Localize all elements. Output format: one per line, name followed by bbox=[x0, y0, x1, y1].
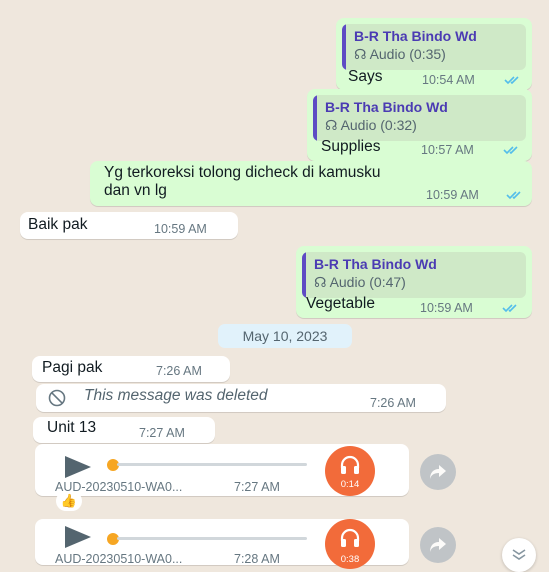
message-time: 10:59 AM bbox=[420, 301, 473, 315]
message-time: 10:54 AM bbox=[422, 73, 475, 87]
message-text: Pagi pak bbox=[42, 359, 103, 376]
message-incoming[interactable]: Unit 13 7:27 AM bbox=[33, 417, 215, 443]
message-time: 7:27 AM bbox=[234, 480, 280, 494]
scroll-to-bottom-button[interactable] bbox=[502, 538, 536, 572]
message-outgoing[interactable]: B-R Tha Bindo Wd ☊ Audio (0:35) Says 10:… bbox=[336, 18, 532, 90]
quoted-message[interactable]: B-R Tha Bindo Wd ☊ Audio (0:35) bbox=[342, 24, 526, 70]
message-text: Supplies bbox=[321, 138, 381, 155]
reaction-badge[interactable]: 👍 bbox=[56, 491, 82, 511]
message-time: 7:27 AM bbox=[139, 426, 185, 440]
message-incoming[interactable]: Pagi pak 7:26 AM bbox=[32, 356, 230, 382]
double-check-icon bbox=[506, 191, 521, 200]
quoted-sender-name: B-R Tha Bindo Wd bbox=[314, 256, 437, 272]
double-check-icon bbox=[502, 304, 517, 313]
headphones-icon bbox=[340, 455, 360, 474]
quote-accent-bar bbox=[302, 252, 306, 298]
headphones-icon: ☊ bbox=[354, 46, 370, 62]
quoted-audio-label: ☊ Audio (0:32) bbox=[325, 117, 417, 133]
play-icon[interactable] bbox=[65, 526, 91, 548]
message-outgoing[interactable]: B-R Tha Bindo Wd ☊ Audio (0:47) Vegetabl… bbox=[296, 246, 532, 318]
message-outgoing[interactable]: B-R Tha Bindo Wd ☊ Audio (0:32) Supplies… bbox=[307, 89, 532, 161]
quote-accent-bar bbox=[313, 95, 317, 141]
message-time: 10:57 AM bbox=[421, 143, 474, 157]
message-time: 7:26 AM bbox=[156, 364, 202, 378]
double-check-icon bbox=[503, 146, 518, 155]
audio-seekbar[interactable] bbox=[117, 537, 307, 540]
message-outgoing[interactable]: Yg terkoreksi tolong dicheck di kamusku … bbox=[90, 161, 532, 206]
date-separator: May 10, 2023 bbox=[218, 324, 352, 348]
block-icon bbox=[48, 389, 66, 407]
message-text: Vegetable bbox=[306, 295, 375, 312]
chat-area[interactable]: B-R Tha Bindo Wd ☊ Audio (0:35) Says 10:… bbox=[0, 0, 549, 572]
quote-accent-bar bbox=[342, 24, 346, 70]
message-text-line: Yg terkoreksi tolong dicheck di kamusku bbox=[104, 164, 381, 181]
headphones-icon: ☊ bbox=[325, 117, 341, 133]
voice-message[interactable]: AUD-20230510-WA0... 7:28 AM 0:38 bbox=[35, 519, 409, 569]
quoted-audio-label: ☊ Audio (0:35) bbox=[354, 46, 446, 62]
audio-avatar: 0:38 bbox=[325, 519, 375, 569]
message-time: 10:59 AM bbox=[154, 222, 207, 236]
quoted-message[interactable]: B-R Tha Bindo Wd ☊ Audio (0:47) bbox=[302, 252, 526, 298]
forward-button[interactable] bbox=[420, 454, 456, 490]
headphones-icon bbox=[340, 528, 360, 547]
audio-seekbar[interactable] bbox=[117, 463, 307, 466]
message-time: 10:59 AM bbox=[426, 188, 479, 202]
audio-duration: 0:38 bbox=[340, 554, 360, 565]
message-time: 7:28 AM bbox=[234, 552, 280, 566]
quoted-audio-label: ☊ Audio (0:47) bbox=[314, 274, 406, 290]
deleted-message-text: This message was deleted bbox=[84, 387, 268, 404]
audio-duration: 0:14 bbox=[340, 479, 360, 490]
headphones-icon: ☊ bbox=[314, 274, 330, 290]
forward-button[interactable] bbox=[420, 527, 456, 563]
quoted-sender-name: B-R Tha Bindo Wd bbox=[325, 99, 448, 115]
quoted-sender-name: B-R Tha Bindo Wd bbox=[354, 28, 477, 44]
play-icon[interactable] bbox=[65, 456, 91, 478]
forward-icon bbox=[430, 465, 446, 479]
message-text-line: dan vn lg bbox=[104, 182, 167, 199]
double-check-icon bbox=[504, 76, 519, 85]
forward-icon bbox=[430, 538, 446, 552]
message-text: Baik pak bbox=[28, 216, 88, 233]
audio-filename: AUD-20230510-WA0... bbox=[55, 552, 183, 566]
message-deleted[interactable]: This message was deleted 7:26 AM bbox=[36, 384, 446, 412]
message-incoming[interactable]: Baik pak 10:59 AM bbox=[20, 212, 238, 239]
chevron-down-icon bbox=[512, 549, 526, 560]
message-time: 7:26 AM bbox=[370, 396, 416, 410]
audio-avatar: 0:14 bbox=[325, 446, 375, 496]
quoted-message[interactable]: B-R Tha Bindo Wd ☊ Audio (0:32) bbox=[313, 95, 526, 141]
thumbs-up-emoji: 👍 bbox=[60, 493, 78, 508]
message-text: Says bbox=[348, 68, 383, 85]
voice-message[interactable]: AUD-20230510-WA0... 7:27 AM 0:14 bbox=[35, 444, 409, 496]
message-text: Unit 13 bbox=[47, 419, 97, 436]
